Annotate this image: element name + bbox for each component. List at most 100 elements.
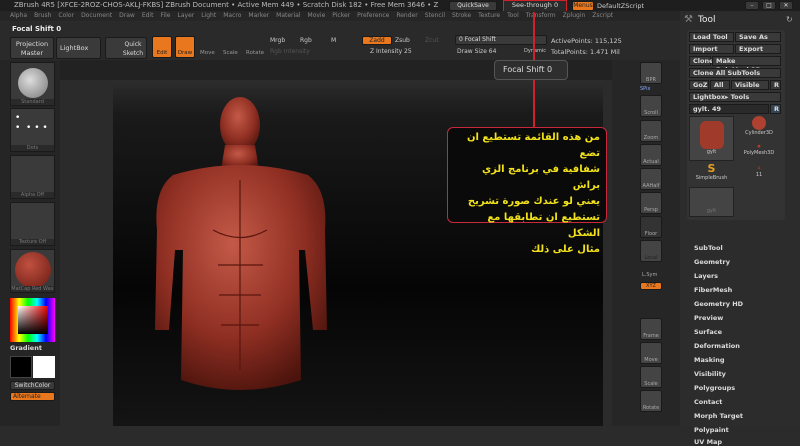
section-masking[interactable]: Masking (694, 356, 725, 364)
rotate-view-button[interactable]: Rotate (640, 390, 662, 412)
gradient-label[interactable]: Gradient (10, 344, 42, 352)
menu-edit[interactable]: Edit (142, 11, 154, 21)
rgb-button[interactable]: Rgb (300, 37, 312, 44)
goz-visible-button[interactable]: Visible (731, 80, 769, 90)
goz-r-button[interactable]: R (770, 80, 781, 90)
tool-thumb-gylt[interactable]: gylt (689, 116, 734, 161)
menu-stencil[interactable]: Stencil (425, 11, 445, 21)
menu-draw[interactable]: Draw (119, 11, 135, 21)
primary-color-swatch[interactable] (10, 356, 32, 378)
section-morph-target[interactable]: Morph Target (694, 412, 743, 420)
brush-thumbnail[interactable]: Standard (10, 62, 55, 106)
section-geometry[interactable]: Geometry (694, 258, 730, 266)
lightbox-button[interactable]: LightBox (56, 37, 101, 59)
menu-color[interactable]: Color (58, 11, 74, 21)
refresh-icon[interactable]: ↻ (786, 15, 793, 24)
menu-zscript[interactable]: Zscript (592, 11, 613, 21)
save-as-button[interactable]: Save As (735, 32, 781, 42)
draw-size-slider[interactable]: Draw Size 64 (457, 48, 496, 55)
move-button[interactable]: Move (200, 50, 215, 56)
current-tool-slider[interactable]: gylt. 49 (689, 104, 769, 114)
mrgb-button[interactable]: Mrgb (270, 37, 285, 44)
make-polymesh-button[interactable]: Make PolyMesh3D (712, 56, 781, 74)
section-uv-map[interactable]: UV Map (694, 438, 722, 446)
aahalf-button[interactable]: AAHalf (640, 168, 662, 190)
section-polypaint[interactable]: Polypaint (694, 426, 729, 434)
actual-button[interactable]: Actual (640, 144, 662, 166)
color-picker[interactable] (10, 298, 55, 342)
section-visibility[interactable]: Visibility (694, 370, 726, 378)
lightbox-tools-button[interactable]: Lightbox▸ Tools (689, 92, 781, 102)
xyz-button[interactable]: XYZ (640, 282, 662, 290)
lsym-button[interactable]: L.Sym (642, 272, 657, 278)
tool-thumb-simplebrush[interactable]: S SimpleBrush (689, 163, 734, 185)
local-button[interactable]: Local (640, 240, 662, 262)
rgb-intensity-slider[interactable]: Rgb Intensity (270, 48, 310, 55)
alternate-button[interactable]: Alternate (10, 392, 55, 401)
zcut-button[interactable]: Zcut (425, 37, 439, 44)
z-intensity-slider[interactable]: Z Intensity 25 (370, 48, 412, 55)
tool-thumb-cylinder[interactable]: Cylinder3D (739, 116, 779, 144)
menu-layer[interactable]: Layer (178, 11, 195, 21)
tool-thumb-gylt-2[interactable]: gylt (689, 187, 734, 217)
section-polygroups[interactable]: Polygroups (694, 384, 735, 392)
menu-macro[interactable]: Macro (223, 11, 241, 21)
menu-movie[interactable]: Movie (308, 11, 326, 21)
material-thumbnail[interactable]: MatCap Red Wax (10, 249, 55, 293)
scale-button[interactable]: Scale (223, 50, 238, 56)
menu-stroke[interactable]: Stroke (452, 11, 471, 21)
zoom-button[interactable]: Zoom (640, 120, 662, 142)
switch-color-button[interactable]: SwitchColor (10, 381, 55, 390)
spix-slider[interactable]: SPix (640, 86, 650, 92)
section-contact[interactable]: Contact (694, 398, 722, 406)
export-button[interactable]: Export (735, 44, 781, 54)
section-surface[interactable]: Surface (694, 328, 722, 336)
quick-sketch-button[interactable]: Quick Sketch (105, 37, 147, 59)
move-view-button[interactable]: Move (640, 342, 662, 364)
m-button[interactable]: M (331, 37, 336, 44)
section-subtool[interactable]: SubTool (694, 244, 723, 252)
menu-material[interactable]: Material (276, 11, 300, 21)
menu-render[interactable]: Render (396, 11, 417, 21)
default-zscript-button[interactable]: DefaultZScript (597, 1, 644, 11)
scale-view-button[interactable]: Scale (640, 366, 662, 388)
texture-thumbnail[interactable]: Texture Off (10, 202, 55, 246)
menu-preference[interactable]: Preference (357, 11, 389, 21)
menu-alpha[interactable]: Alpha (10, 11, 27, 21)
alpha-thumbnail[interactable]: Alpha Off (10, 155, 55, 199)
section-deformation[interactable]: Deformation (694, 342, 740, 350)
quicksave-button[interactable]: QuickSave (449, 1, 497, 11)
rotate-button[interactable]: Rotate (246, 50, 264, 56)
section-fibermesh[interactable]: FiberMesh (694, 286, 732, 294)
menu-document[interactable]: Document (81, 11, 112, 21)
menu-picker[interactable]: Picker (332, 11, 350, 21)
menu-file[interactable]: File (160, 11, 170, 21)
minimize-icon[interactable]: – (745, 1, 759, 10)
menu-light[interactable]: Light (201, 11, 216, 21)
menu-zplugin[interactable]: Zplugin (563, 11, 586, 21)
projection-master-button[interactable]: Projection Master (10, 37, 54, 59)
dynamic-toggle[interactable]: Dynamic (524, 48, 546, 54)
goz-all-button[interactable]: All (710, 80, 730, 90)
scroll-button[interactable]: Scroll (640, 95, 662, 117)
stroke-thumbnail[interactable]: • • • • • Dots (10, 108, 55, 152)
floor-button[interactable]: Floor (640, 216, 662, 238)
menu-brush[interactable]: Brush (34, 11, 51, 21)
bpr-button[interactable]: BPR (640, 62, 662, 84)
section-preview[interactable]: Preview (694, 314, 723, 322)
menus-button[interactable]: Menus (572, 1, 594, 11)
menu-marker[interactable]: Marker (248, 11, 269, 21)
color-square[interactable] (18, 306, 48, 334)
tool-r-button[interactable]: R (770, 104, 781, 114)
zsub-button[interactable]: Zsub (395, 37, 410, 44)
section-geometry-hd[interactable]: Geometry HD (694, 300, 743, 308)
clone-button[interactable]: Clone (689, 56, 714, 66)
menu-tool[interactable]: Tool (507, 11, 519, 21)
frame-button[interactable]: Frame (640, 318, 662, 340)
load-tool-button[interactable]: Load Tool (689, 32, 734, 42)
close-icon[interactable]: ✕ (779, 1, 793, 10)
goz-button[interactable]: GoZ (689, 80, 709, 90)
section-layers[interactable]: Layers (694, 272, 718, 280)
clone-all-subtools-button[interactable]: Clone All SubTools (689, 68, 781, 78)
import-button[interactable]: Import (689, 44, 734, 54)
